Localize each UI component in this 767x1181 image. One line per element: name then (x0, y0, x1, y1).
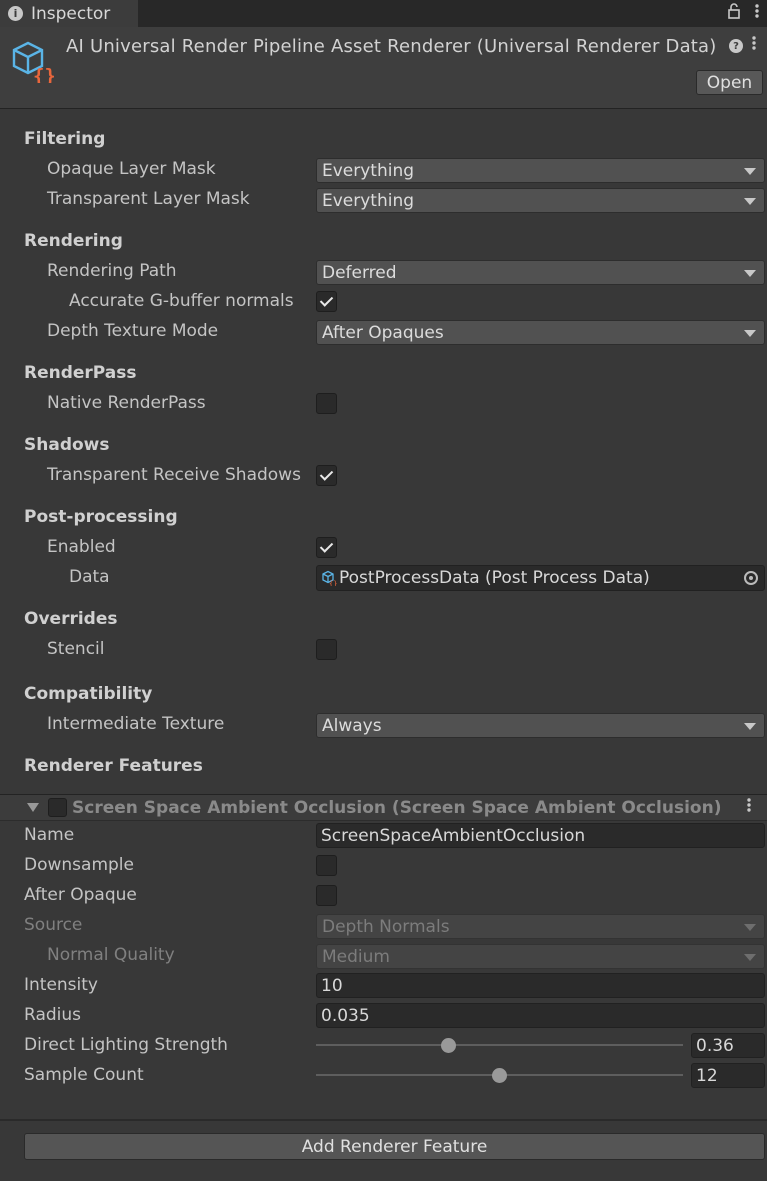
help-icon[interactable]: ? (729, 39, 743, 53)
dropdown-arrow-icon (744, 198, 756, 205)
transparent-receive-shadows-label: Transparent Receive Shadows (47, 465, 301, 485)
opaque-layer-mask-label: Opaque Layer Mask (47, 159, 216, 179)
transparent-receive-shadows-checkbox[interactable] (316, 465, 337, 486)
direct-lighting-strength-slider-track[interactable] (316, 1044, 683, 1046)
depth-texture-mode-value: After Opaques (322, 322, 444, 343)
post-process-data-object-field[interactable]: {} PostProcessData (Post Process Data) (316, 565, 765, 591)
post-processing-enabled-checkbox[interactable] (316, 537, 337, 558)
foldout-arrow-icon[interactable] (27, 803, 39, 812)
intermediate-texture-dropdown[interactable]: Always (316, 713, 765, 738)
dropdown-arrow-icon (744, 924, 756, 931)
post-processing-data-label: Data (69, 567, 110, 587)
downsample-checkbox[interactable] (316, 855, 337, 876)
source-value: Depth Normals (322, 916, 450, 937)
section-filtering: Filtering (24, 129, 106, 149)
sample-count-label: Sample Count (24, 1065, 144, 1085)
lock-icon[interactable] (727, 3, 741, 23)
dropdown-arrow-icon (744, 954, 756, 961)
radius-label: Radius (24, 1005, 82, 1025)
normal-quality-value: Medium (322, 946, 390, 967)
intensity-field[interactable]: 10 (316, 973, 765, 998)
opaque-layer-mask-dropdown[interactable]: Everything (316, 158, 765, 183)
section-post-processing: Post-processing (24, 507, 178, 527)
renderer-data-asset-icon: {} (10, 39, 56, 87)
tab-inspector[interactable]: i Inspector (0, 0, 138, 27)
divider (0, 1119, 767, 1121)
feature-header-ssao[interactable]: Screen Space Ambient Occlusion (Screen S… (0, 794, 767, 821)
dropdown-arrow-icon (744, 330, 756, 337)
intensity-label: Intensity (24, 975, 98, 995)
tab-actions (727, 3, 759, 23)
object-picker-icon[interactable] (744, 571, 758, 585)
rendering-path-dropdown[interactable]: Deferred (316, 260, 765, 285)
post-processing-enabled-label: Enabled (47, 537, 116, 557)
section-rendering: Rendering (24, 231, 123, 251)
section-shadows: Shadows (24, 435, 110, 455)
info-icon: i (8, 6, 23, 21)
transparent-layer-mask-value: Everything (322, 190, 415, 211)
stencil-checkbox[interactable] (316, 639, 337, 660)
svg-text:{}: {} (329, 580, 337, 586)
depth-texture-mode-dropdown[interactable]: After Opaques (316, 320, 765, 345)
downsample-label: Downsample (24, 855, 134, 875)
normal-quality-label: Normal Quality (47, 945, 175, 965)
rendering-path-value: Deferred (322, 262, 397, 283)
transparent-layer-mask-label: Transparent Layer Mask (47, 189, 250, 209)
stencil-label: Stencil (47, 639, 105, 659)
open-button[interactable]: Open (696, 70, 763, 95)
feature-enabled-checkbox[interactable] (48, 798, 67, 817)
direct-lighting-strength-field[interactable]: 0.36 (691, 1033, 765, 1058)
dropdown-arrow-icon (744, 723, 756, 730)
sample-count-field[interactable]: 12 (691, 1063, 765, 1088)
feature-name-field[interactable]: ScreenSpaceAmbientOcclusion (316, 823, 765, 848)
header-kebab-icon[interactable] (752, 35, 756, 55)
dropdown-arrow-icon (744, 270, 756, 277)
section-renderer-features: Renderer Features (24, 756, 203, 776)
sample-count-slider-thumb[interactable] (492, 1068, 507, 1083)
post-process-data-asset-icon: {} (321, 570, 337, 586)
direct-lighting-strength-label: Direct Lighting Strength (24, 1035, 228, 1055)
svg-text:{}: {} (33, 65, 54, 83)
direct-lighting-strength-slider-thumb[interactable] (440, 1038, 456, 1053)
normal-quality-dropdown: Medium (316, 944, 765, 969)
depth-texture-mode-label: Depth Texture Mode (47, 321, 219, 341)
after-opaque-checkbox[interactable] (316, 885, 337, 906)
source-label: Source (24, 915, 83, 935)
feature-kebab-icon[interactable] (747, 797, 751, 817)
section-renderpass: RenderPass (24, 363, 137, 383)
native-renderpass-checkbox[interactable] (316, 393, 337, 414)
accurate-gbuffer-normals-label: Accurate G-buffer normals (69, 291, 294, 311)
asset-title: AI Universal Render Pipeline Asset Rende… (66, 36, 717, 57)
radius-field[interactable]: 0.035 (316, 1003, 765, 1028)
section-compatibility: Compatibility (24, 684, 153, 704)
intermediate-texture-value: Always (322, 715, 382, 736)
section-overrides: Overrides (24, 609, 118, 629)
feature-name-label: Name (24, 825, 75, 845)
tab-label: Inspector (31, 3, 111, 24)
post-process-data-value: PostProcessData (Post Process Data) (339, 568, 650, 588)
after-opaque-label: After Opaque (24, 885, 137, 905)
intermediate-texture-label: Intermediate Texture (47, 714, 225, 734)
feature-title: Screen Space Ambient Occlusion (Screen S… (72, 798, 722, 818)
add-renderer-feature-button[interactable]: Add Renderer Feature (24, 1133, 765, 1160)
tab-bar: i Inspector (0, 0, 767, 27)
opaque-layer-mask-value: Everything (322, 160, 415, 181)
accurate-gbuffer-normals-checkbox[interactable] (316, 291, 337, 312)
source-dropdown: Depth Normals (316, 914, 765, 939)
dropdown-arrow-icon (744, 168, 756, 175)
native-renderpass-label: Native RenderPass (47, 393, 206, 413)
kebab-menu-icon[interactable] (755, 3, 759, 23)
rendering-path-label: Rendering Path (47, 261, 177, 281)
transparent-layer-mask-dropdown[interactable]: Everything (316, 188, 765, 213)
inspector-header: {} AI Universal Render Pipeline Asset Re… (0, 27, 767, 109)
